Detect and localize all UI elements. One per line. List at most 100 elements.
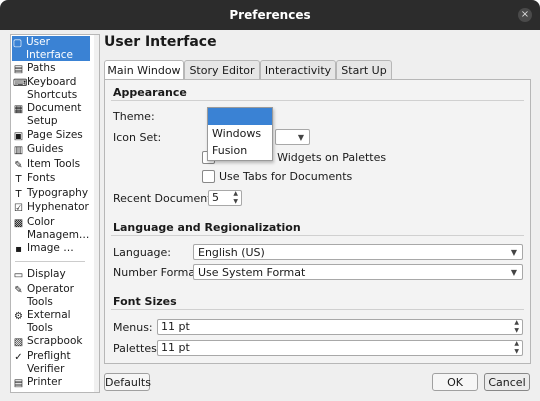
sidebar-item-label: User Interface [26,36,74,61]
main-window-pane: Appearance Theme: Icon Set: ▼ Use Small … [104,79,531,364]
page-title: User Interface [104,34,217,50]
fonts-icon: T [15,174,22,185]
sidebar-item-document-setup[interactable]: ▦ Document Setup [13,102,89,127]
sidebar-item-preflight-verifier[interactable]: ✓ Preflight Verifier [13,350,89,375]
menus-font-size-value: 11 pt [161,320,190,333]
icon-set-dropdown[interactable]: ▼ [275,129,310,145]
close-icon[interactable]: × [518,8,532,22]
theme-option-selected[interactable] [208,108,272,125]
sidebar-item-label: Hyphenator [27,201,89,213]
sidebar-scrollbar[interactable] [94,35,99,392]
chevron-down-icon: ▼ [297,133,304,142]
number-format-dropdown[interactable]: Use System Format ▼ [193,264,523,280]
tabs-for-documents-label: Use Tabs for Documents [219,170,353,183]
sidebar-item-label: Image … [27,242,74,254]
chevron-down-icon: ▼ [510,248,517,257]
theme-option-windows[interactable]: Windows [212,127,261,140]
sidebar: ▢ User Interface ▤ Paths ⌨ Keyboard Shor… [10,34,100,393]
sidebar-item-typography[interactable]: T Typography [13,187,89,200]
recent-documents-label: Recent Documents: [113,192,221,205]
page-sizes-icon: ▣ [13,131,24,142]
stepper-arrows-icon[interactable]: ▲ ▼ [233,190,238,206]
guides-icon: ▥ [13,145,24,156]
tab-main-window[interactable]: Main Window [104,60,184,81]
item-tools-icon: ✎ [14,160,23,171]
ok-button[interactable]: OK [432,373,478,391]
user-interface-icon: ▢ [12,38,23,49]
sidebar-item-fonts[interactable]: T Fonts [13,172,89,185]
preflight-icon: ✓ [14,352,23,363]
icon-set-label: Icon Set: [113,131,162,144]
cancel-button[interactable]: Cancel [484,373,530,391]
sidebar-item-item-tools[interactable]: ✎ Item Tools [13,158,89,171]
sidebar-item-scrapbook[interactable]: ▧ Scrapbook [13,335,89,348]
section-font-sizes-title: Font Sizes [113,295,177,308]
chevron-down-icon: ▼ [510,268,517,277]
section-divider [111,100,524,101]
sidebar-divider [15,261,85,262]
color-management-icon: ▩ [13,218,24,229]
sidebar-item-label: Fonts [27,172,56,184]
window-title: Preferences [229,8,311,22]
section-language-title: Language and Regionalization [113,221,301,234]
language-value: English (US) [198,246,265,259]
sidebar-item-label: Keyboard Shortcuts [27,76,78,101]
number-format-label: Number Format: [113,266,204,279]
document-setup-icon: ▦ [13,104,24,115]
stepper-arrows-icon[interactable]: ▲ ▼ [514,340,519,356]
scrapbook-icon: ▧ [13,337,24,348]
sidebar-item-label: Typography [27,187,89,199]
operator-tools-icon: ✎ [14,285,23,296]
sidebar-item-external-tools[interactable]: ⚙ External Tools [13,309,89,334]
theme-dropdown-popup[interactable]: Windows Fusion [207,107,273,161]
sidebar-item-user-interface[interactable]: ▢ User Interface [12,36,90,61]
sidebar-item-label: Guides [27,143,64,155]
keyboard-icon: ⌨ [13,78,28,89]
paths-icon: ▤ [13,64,24,75]
section-divider [111,235,524,236]
tabs-for-documents-checkbox[interactable] [202,170,215,183]
language-label: Language: [113,246,171,259]
sidebar-item-label: Item Tools [27,158,81,170]
palettes-font-size-stepper[interactable]: 11 pt ▲ ▼ [157,340,523,356]
defaults-button[interactable]: Defaults [104,373,151,391]
sidebar-item-label: Color Managem… [27,216,90,241]
sidebar-item-paths[interactable]: ▤ Paths [13,62,89,75]
hyphenator-icon: ☑ [14,203,23,214]
sidebar-item-page-sizes[interactable]: ▣ Page Sizes [13,129,89,142]
menus-label: Menus: [113,321,153,334]
theme-label: Theme: [113,110,155,123]
sidebar-item-keyboard-shortcuts[interactable]: ⌨ Keyboard Shortcuts [13,76,89,101]
sidebar-item-color-management[interactable]: ▩ Color Managem… [13,216,90,241]
recent-documents-stepper[interactable]: 5 ▲ ▼ [208,190,242,206]
palettes-font-size-value: 11 pt [161,341,190,354]
sidebar-item-label: Operator Tools [27,283,74,308]
sidebar-item-image[interactable]: ▪ Image … [13,242,89,255]
language-dropdown[interactable]: English (US) ▼ [193,244,523,260]
sidebar-item-label: External Tools [27,309,71,334]
palettes-label: Palettes: [113,342,161,355]
menus-font-size-stepper[interactable]: 11 pt ▲ ▼ [157,319,523,335]
tab-start-up[interactable]: Start Up [336,60,392,80]
recent-documents-value: 5 [212,191,219,204]
sidebar-item-printer[interactable]: ▤ Printer [13,376,89,389]
sidebar-item-display[interactable]: ▭ Display [13,268,89,281]
printer-icon: ▤ [13,378,24,389]
section-divider [111,309,524,310]
tab-story-editor[interactable]: Story Editor [184,60,260,80]
external-tools-icon: ⚙ [14,311,23,322]
image-icon: ▪ [15,244,22,255]
number-format-value: Use System Format [198,266,306,279]
sidebar-item-hyphenator[interactable]: ☑ Hyphenator [13,201,89,214]
sidebar-item-guides[interactable]: ▥ Guides [13,143,89,156]
section-appearance-title: Appearance [113,86,187,99]
sidebar-item-operator-tools[interactable]: ✎ Operator Tools [13,283,89,308]
display-icon: ▭ [13,270,24,281]
stepper-arrows-icon[interactable]: ▲ ▼ [514,319,519,335]
sidebar-item-label: Printer [27,376,62,388]
sidebar-item-label: Page Sizes [27,129,83,141]
sidebar-item-label: Scrapbook [27,335,83,347]
sidebar-item-label: Document Setup [27,102,82,127]
theme-option-fusion[interactable]: Fusion [212,144,247,157]
tab-interactivity[interactable]: Interactivity [260,60,336,80]
